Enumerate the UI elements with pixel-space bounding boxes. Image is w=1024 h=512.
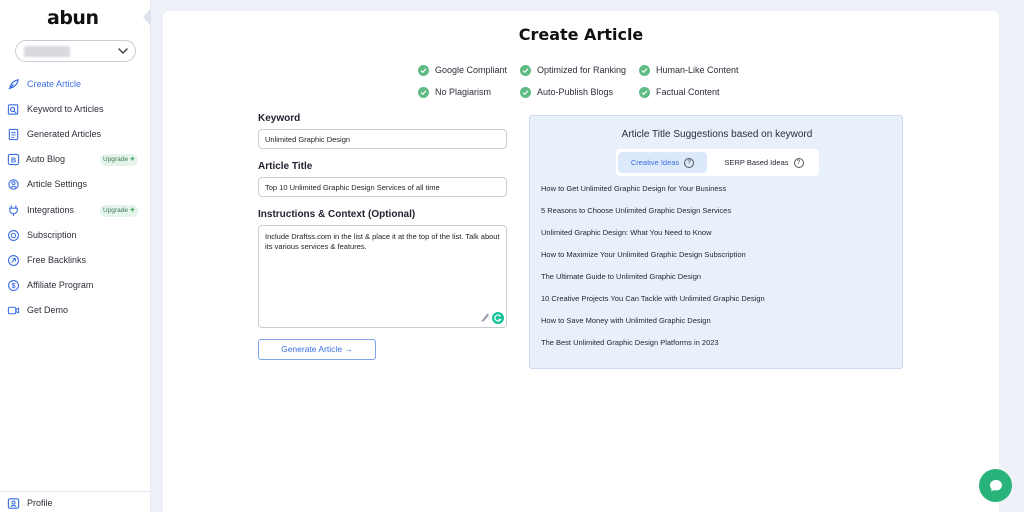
sidebar-item-label: Subscription (27, 230, 77, 240)
check-circle-icon (639, 86, 650, 98)
feature-factual-content: Factual Content (639, 85, 720, 99)
dollar-icon: $ (8, 280, 19, 291)
feature-label: No Plagiarism (435, 87, 492, 97)
check-circle-icon (418, 64, 429, 76)
brand-logo[interactable]: abun (47, 7, 99, 29)
sidebar-item-subscription[interactable]: Subscription (0, 226, 151, 246)
feature-human-like-content: Human-Like Content (639, 63, 739, 77)
chat-support-button[interactable] (979, 469, 1012, 502)
sidebar: abun Create Article Keyword to Articles … (0, 0, 151, 512)
sidebar-item-label: Auto Blog (26, 154, 66, 164)
suggestion-item[interactable]: How to Get Unlimited Graphic Design for … (541, 184, 726, 193)
video-icon (7, 306, 20, 315)
article-title-input[interactable] (258, 177, 507, 197)
suggestion-tabs: Creative Ideas? SERP Based Ideas? (616, 149, 819, 176)
sidebar-item-auto-blog[interactable]: B Auto Blog Upgrade ✦ (0, 150, 151, 170)
sidebar-item-get-demo[interactable]: Get Demo (0, 301, 151, 321)
tab-serp-based-ideas[interactable]: SERP Based Ideas? (712, 152, 816, 173)
suggestion-item[interactable]: How to Save Money with Unlimited Graphic… (541, 316, 711, 325)
suggestions-title: Article Title Suggestions based on keywo… (621, 129, 813, 140)
tab-label: SERP Based Ideas (724, 158, 789, 167)
check-circle-icon (418, 86, 429, 98)
feature-label: Factual Content (656, 87, 720, 97)
chat-bubble-icon (989, 479, 1002, 491)
plug-icon (9, 205, 18, 217)
upgrade-badge[interactable]: Upgrade ✦ (100, 154, 139, 166)
article-title-label: Article Title (258, 161, 313, 172)
check-circle-icon (639, 64, 650, 76)
sidebar-item-label: Free Backlinks (27, 255, 87, 265)
sidebar-item-free-backlinks[interactable]: Free Backlinks (0, 251, 151, 271)
sidebar-item-label: Article Settings (27, 179, 88, 189)
keyword-label: Keyword (258, 113, 301, 124)
svg-text:$: $ (12, 283, 16, 290)
suggestion-item[interactable]: Unlimited Graphic Design: What You Need … (541, 228, 712, 237)
workspace-name-redacted (24, 46, 70, 57)
svg-text:B: B (11, 155, 17, 164)
sidebar-item-create-article[interactable]: Create Article (0, 75, 151, 95)
suggestion-item[interactable]: The Best Unlimited Graphic Design Platfo… (541, 338, 719, 347)
link-icon (8, 255, 19, 266)
generate-article-button[interactable]: Generate Article → (258, 339, 376, 360)
help-icon[interactable]: ? (684, 158, 695, 169)
feature-label: Auto-Publish Blogs (537, 87, 614, 97)
tab-creative-ideas[interactable]: Creative Ideas? (618, 152, 707, 173)
collapse-sidebar-icon[interactable] (143, 8, 151, 26)
sidebar-item-label: Get Demo (27, 305, 69, 315)
feature-label: Google Compliant (435, 65, 508, 75)
sidebar-item-label: Generated Articles (27, 129, 102, 139)
workspace-selector[interactable] (15, 40, 136, 62)
profile-icon (7, 498, 20, 509)
sidebar-item-label: Affiliate Program (27, 280, 94, 290)
grammarly-icon[interactable] (492, 312, 504, 324)
sidebar-item-affiliate-program[interactable]: $ Affiliate Program (0, 276, 151, 296)
suggestion-item[interactable]: The Ultimate Guide to Unlimited Graphic … (541, 272, 701, 281)
sidebar-item-profile[interactable]: Profile (0, 491, 151, 511)
pen-icon[interactable] (481, 313, 489, 323)
title-suggestions-panel: Article Title Suggestions based on keywo… (529, 115, 903, 369)
sparkle-icon: ✦ (129, 156, 136, 163)
instructions-label: Instructions & Context (Optional) (258, 209, 416, 220)
page-title: Create Article (518, 25, 644, 44)
upgrade-badge-label: Upgrade (103, 207, 128, 214)
settings-icon (8, 179, 19, 190)
upgrade-badge[interactable]: Upgrade ✦ (100, 205, 139, 217)
suggestion-item[interactable]: 5 Reasons to Choose Unlimited Graphic De… (541, 206, 731, 215)
check-circle-icon (520, 64, 531, 76)
sidebar-item-integrations[interactable]: Integrations Upgrade ✦ (0, 201, 151, 221)
suggestion-item[interactable]: How to Maximize Your Unlimited Graphic D… (541, 250, 746, 259)
sparkle-icon: ✦ (129, 207, 136, 214)
feature-optimized-for-ranking: Optimized for Ranking (520, 63, 626, 77)
feather-icon (8, 79, 19, 90)
sidebar-item-generated-articles[interactable]: Generated Articles (0, 125, 151, 145)
feature-label: Human-Like Content (656, 65, 739, 75)
keyword-search-icon (7, 104, 19, 115)
feature-auto-publish-blogs: Auto-Publish Blogs (520, 85, 613, 99)
help-icon[interactable]: ? (793, 158, 804, 169)
instructions-textarea[interactable]: Include Draftss.com in the list & place … (258, 225, 507, 328)
sidebar-item-label: Keyword to Articles (27, 104, 104, 114)
subscription-icon (8, 230, 19, 241)
sidebar-item-label: Create Article (27, 79, 82, 89)
upgrade-badge-label: Upgrade (103, 156, 128, 163)
sidebar-item-article-settings[interactable]: Article Settings (0, 175, 151, 195)
feature-google-compliant: Google Compliant (418, 63, 507, 77)
check-circle-icon (520, 86, 531, 98)
sidebar-item-keyword-to-articles[interactable]: Keyword to Articles (0, 100, 151, 120)
suggestion-item[interactable]: 10 Creative Projects You Can Tackle with… (541, 294, 765, 303)
document-icon (8, 128, 19, 141)
auto-blog-icon: B (7, 153, 20, 166)
textarea-tools (479, 311, 505, 330)
main-panel: Create Article Google Compliant Optimize… (163, 11, 999, 512)
feature-label: Optimized for Ranking (537, 65, 627, 75)
tab-label: Creative Ideas (630, 158, 680, 167)
chevron-down-icon (118, 48, 128, 55)
sidebar-item-label: Integrations (27, 205, 75, 215)
feature-no-plagiarism: No Plagiarism (418, 85, 491, 99)
keyword-input[interactable] (258, 129, 507, 149)
profile-label: Profile (27, 498, 53, 508)
